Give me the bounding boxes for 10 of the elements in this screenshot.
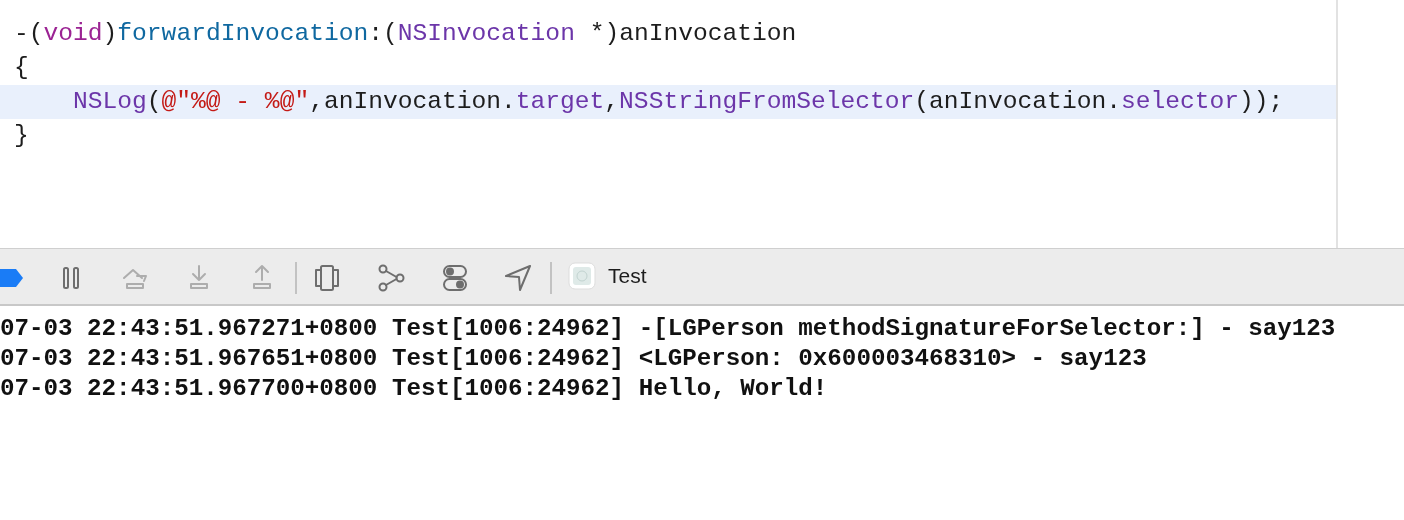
console-line: 07-03 22:43:51.967700+0800 Test[1006:24962] Hello, World! bbox=[0, 374, 829, 404]
console-line: 07-03 22:43:51.967271+0800 Test[1006:24962] -[LGPerson methodSignatureForSelector:] - say123 bbox=[0, 314, 1337, 344]
location-icon[interactable] bbox=[502, 262, 534, 294]
target-name[interactable]: Test bbox=[608, 264, 647, 288]
code-line: } bbox=[13, 121, 30, 151]
console-line: 07-03 22:43:51.967651+0800 Test[1006:24962] <LGPerson: 0x600003468310> - say123 bbox=[0, 344, 1148, 374]
breakpoint-icon[interactable] bbox=[0, 269, 24, 287]
code-line: { bbox=[13, 53, 30, 83]
app-icon bbox=[568, 262, 596, 290]
code-line: -(void)forwardInvocation:(NSInvocation *)anInvocation bbox=[13, 19, 798, 49]
